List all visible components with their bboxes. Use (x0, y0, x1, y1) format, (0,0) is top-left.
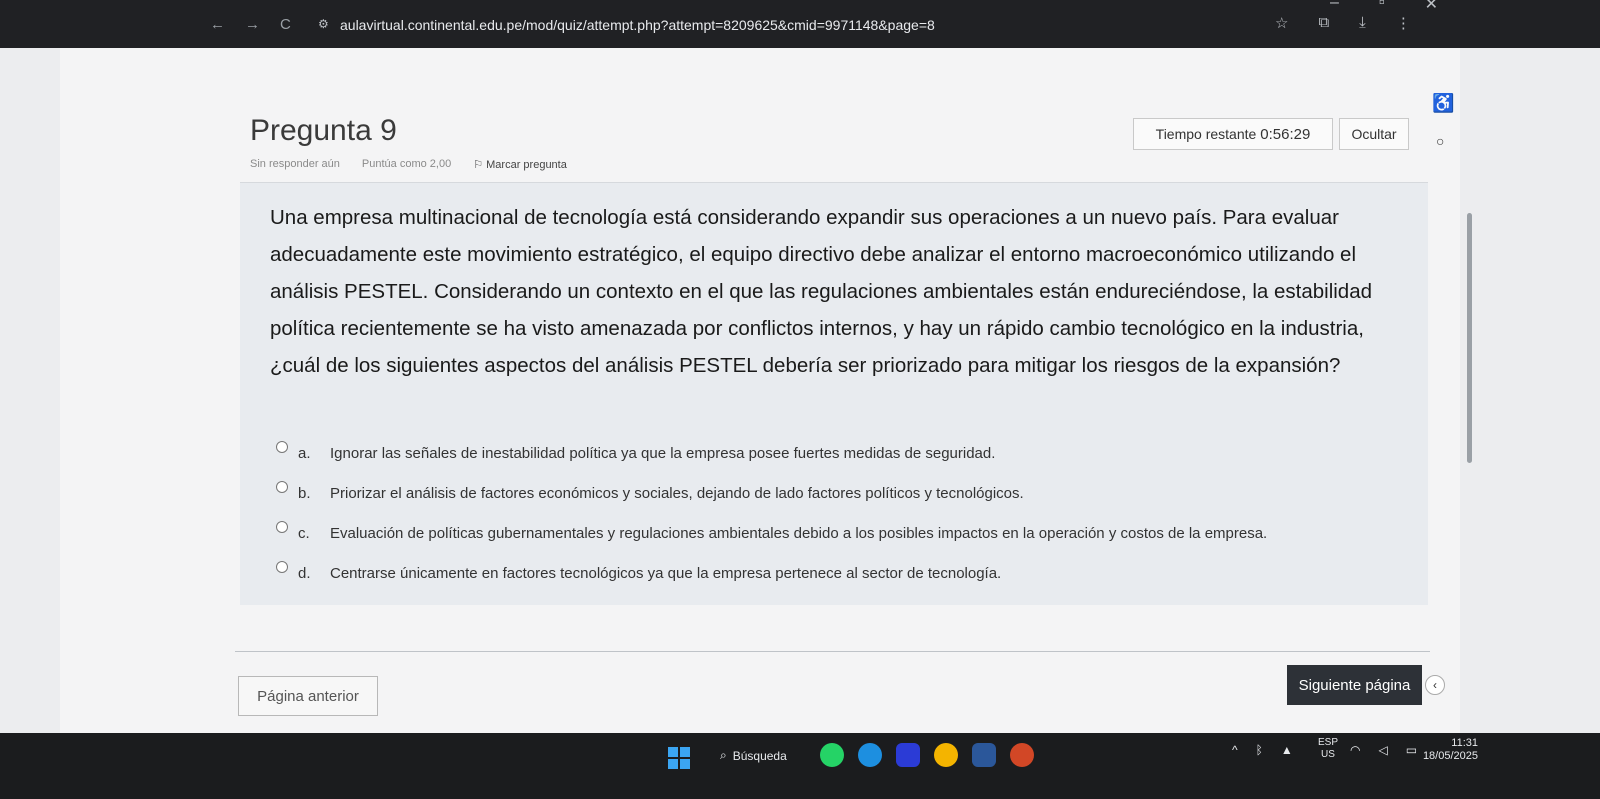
taskbar-apps (820, 743, 1034, 767)
powerpoint-icon[interactable] (1010, 743, 1034, 767)
site-settings-icon[interactable]: ⚙ (318, 17, 329, 31)
answer-letter: b. (298, 484, 311, 502)
answer-radio[interactable] (276, 521, 288, 533)
question-score: Puntúa como 2,00 (361, 158, 452, 170)
browser-toolbar: ← → C ⚙ aulavirtual.continental.edu.pe/m… (0, 0, 1600, 48)
browser-nav: ← → C (210, 16, 291, 33)
answer-option-d[interactable]: d. Centrarse únicamente en factores tecn… (276, 553, 1267, 593)
bookmark-star-icon[interactable]: ☆ (1275, 14, 1288, 32)
timer-box: Tiempo restante 0:56:29 (1133, 118, 1333, 150)
answer-radio[interactable] (276, 561, 288, 573)
drive-icon[interactable]: ▲ (1281, 743, 1293, 757)
menu-icon[interactable]: ⋮ (1396, 14, 1411, 32)
language-bottom: US (1321, 749, 1335, 760)
window-controls: – ▫ ✕ (1330, 0, 1438, 14)
scrollbar[interactable] (1467, 213, 1472, 463)
question-status: Sin responder aún (250, 158, 340, 170)
address-bar[interactable]: aulavirtual.continental.edu.pe/mod/quiz/… (340, 17, 935, 33)
clock-time: 11:31 (1451, 737, 1478, 749)
taskbar-clock[interactable]: 11:31 18/05/2025 (1418, 737, 1478, 763)
flag-label: Marcar pregunta (486, 159, 567, 171)
answer-letter: d. (298, 564, 311, 582)
accessibility-icon[interactable]: ♿ (1432, 93, 1454, 114)
quiz-page: Pregunta 9 Sin responder aún Puntúa como… (0, 48, 1600, 733)
close-icon[interactable]: ✕ (1425, 0, 1438, 14)
chat-icon[interactable]: ○ (1436, 133, 1444, 149)
back-icon[interactable]: ← (210, 16, 225, 33)
timer-value: 0:56:29 (1260, 125, 1311, 143)
answer-option-a[interactable]: a. Ignorar las señales de inestabilidad … (276, 433, 1267, 473)
chatgpt-icon[interactable] (896, 743, 920, 767)
answer-radio[interactable] (276, 481, 288, 493)
answer-letter: a. (298, 444, 311, 462)
word-icon[interactable] (972, 743, 996, 767)
tray-expand-icon[interactable]: ^ (1232, 743, 1238, 757)
restore-icon[interactable]: ▫ (1379, 0, 1385, 14)
question-meta: Sin responder aún Puntúa como 2,00 ⚐ Mar… (250, 158, 567, 171)
question-text: Una empresa multinacional de tecnología … (270, 206, 1373, 377)
clock-date: 18/05/2025 (1422, 750, 1478, 762)
forward-icon[interactable]: → (245, 16, 260, 33)
browser-actions: ☆ ⧉ ⤓ ⋮ (1275, 14, 1411, 32)
battery-icon[interactable]: ▭ (1406, 743, 1417, 757)
answer-text: Centrarse únicamente en factores tecnoló… (330, 564, 1002, 582)
answer-radio[interactable] (276, 441, 288, 453)
answer-option-b[interactable]: b. Priorizar el análisis de factores eco… (276, 473, 1267, 513)
windows-start-icon[interactable] (668, 747, 690, 769)
flag-icon: ⚐ (473, 159, 484, 171)
taskbar-search-label: Búsqueda (732, 748, 787, 763)
answer-list: a. Ignorar las señales de inestabilidad … (276, 433, 1267, 593)
answer-text: Ignorar las señales de inestabilidad pol… (330, 444, 996, 462)
drawer-toggle-button[interactable]: ‹ (1425, 675, 1445, 695)
hide-timer-button[interactable]: Ocultar (1339, 118, 1409, 150)
answer-text: Evaluación de políticas gubernamentales … (330, 524, 1268, 542)
answer-option-c[interactable]: c. Evaluación de políticas gubernamental… (276, 513, 1267, 553)
status-icons: ◠ ◁ ▭ (1350, 743, 1417, 757)
question-title: Pregunta 9 (250, 114, 397, 147)
download-icon[interactable]: ⤓ (1359, 14, 1366, 32)
language-indicator[interactable]: ESP US (1318, 737, 1338, 761)
extensions-icon[interactable]: ⧉ (1318, 14, 1329, 32)
reload-icon[interactable]: C (280, 16, 291, 33)
answer-text: Priorizar el análisis de factores económ… (330, 484, 1024, 502)
search-icon: ⌕ (720, 748, 727, 762)
answer-letter: c. (298, 524, 310, 542)
timer-label: Tiempo restante (1155, 126, 1257, 142)
previous-page-button[interactable]: Página anterior (238, 676, 378, 716)
flag-question-link[interactable]: ⚐ Marcar pregunta (473, 158, 567, 171)
wifi-icon[interactable]: ◠ (1350, 743, 1360, 757)
question-box: Una empresa multinacional de tecnología … (240, 182, 1428, 605)
taskbar: ⌕ Búsqueda ^ ᛒ ▲ ESP US ◠ ◁ ▭ 11:31 18/0… (0, 733, 1600, 799)
bluetooth-icon[interactable]: ᛒ (1256, 743, 1263, 757)
language-top: ESP (1318, 737, 1339, 748)
minimize-icon[interactable]: – (1330, 0, 1339, 14)
section-divider (235, 651, 1430, 652)
volume-icon[interactable]: ◁ (1378, 743, 1387, 757)
edge-icon[interactable] (858, 743, 882, 767)
chrome-icon[interactable] (934, 743, 958, 767)
taskbar-search[interactable]: ⌕ Búsqueda (720, 748, 787, 763)
system-tray: ^ ᛒ ▲ (1232, 743, 1293, 757)
whatsapp-icon[interactable] (820, 743, 844, 767)
next-page-button[interactable]: Siguiente página (1287, 665, 1422, 705)
